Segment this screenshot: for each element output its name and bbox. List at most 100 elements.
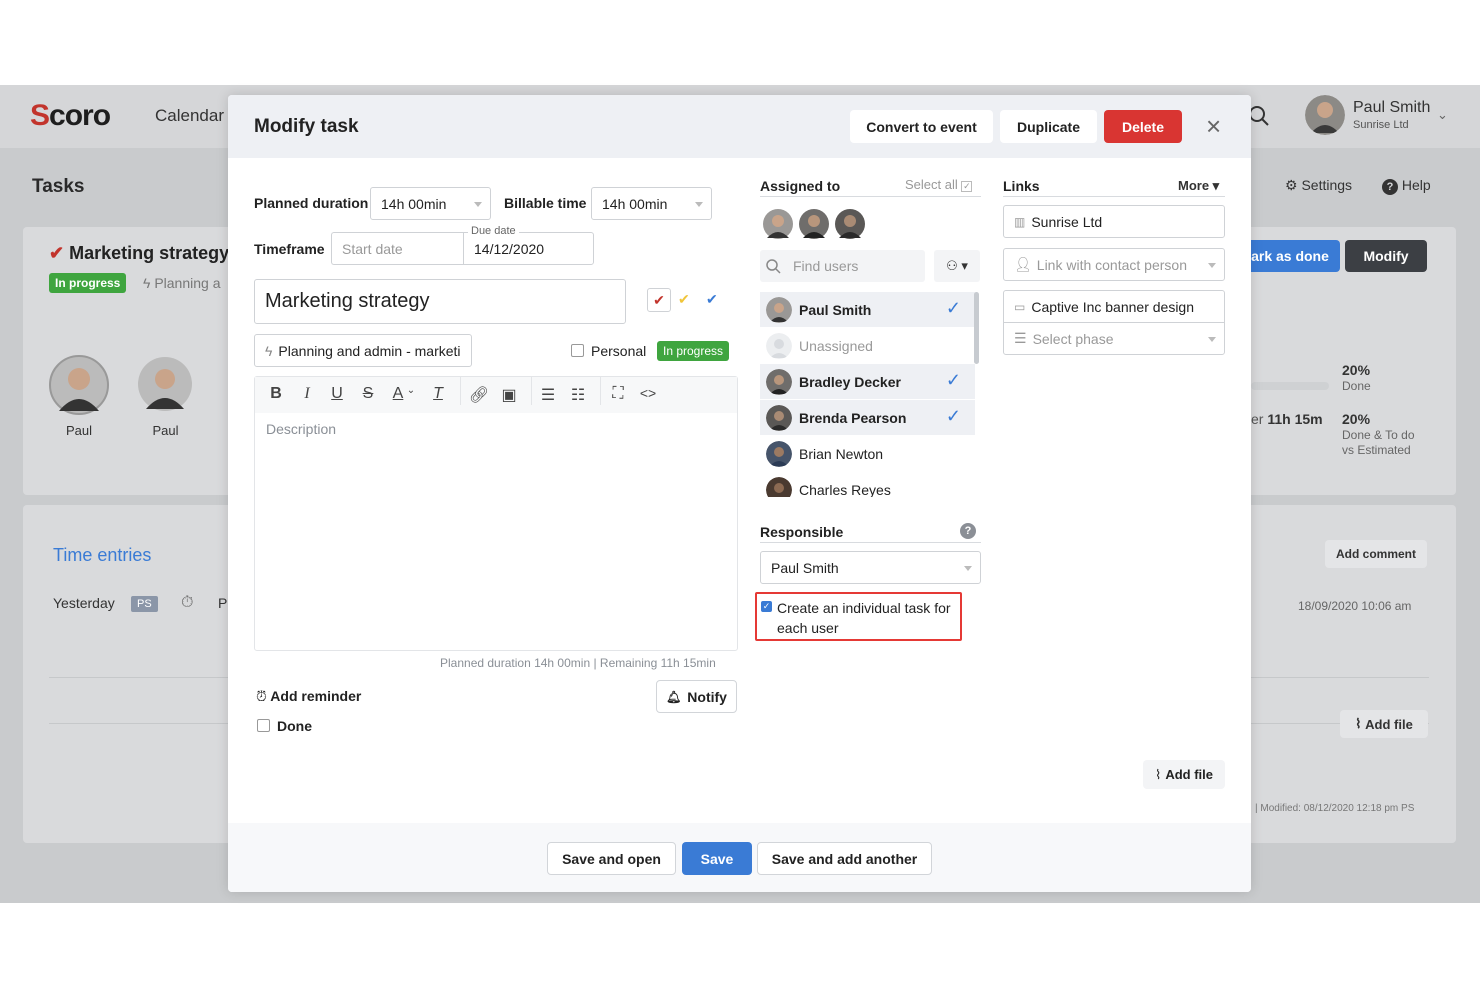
check-icon: ✔ xyxy=(49,243,65,263)
bullet-list-icon[interactable]: ☰ xyxy=(536,385,560,405)
page-title: Tasks xyxy=(32,176,85,197)
description-editor[interactable] xyxy=(254,376,738,651)
dialog-title: Modify task xyxy=(254,116,359,137)
chevron-down-icon[interactable]: ⌄ xyxy=(406,385,416,396)
done-label: Done xyxy=(277,718,312,734)
add-file-button[interactable]: ⌇ Add file xyxy=(1143,760,1225,789)
link-icon[interactable]: 🔗︎ xyxy=(467,385,491,405)
priority-high[interactable]: ✔ xyxy=(647,288,671,312)
user-list: Paul Smith ✓ Unassigned Bradley Decker ✓ B… xyxy=(760,292,981,497)
toolbar-divider xyxy=(600,377,601,405)
help-link[interactable]: ? Help xyxy=(1382,177,1431,195)
planned-duration-select[interactable]: 14h 00min xyxy=(370,187,491,220)
user-option[interactable]: Brian Newton xyxy=(760,436,975,471)
search-icon[interactable] xyxy=(1248,105,1270,127)
code-icon[interactable]: <> xyxy=(636,385,660,401)
notify-button[interactable]: 🔔︎ Notify xyxy=(656,680,737,713)
building-icon: ▥ xyxy=(1014,214,1026,229)
avatar xyxy=(138,357,192,411)
save-and-add-another-button[interactable]: Save and add another xyxy=(757,842,932,875)
save-and-open-button[interactable]: Save and open xyxy=(547,842,676,875)
briefcase-icon: ▭ xyxy=(1014,299,1026,314)
project-link[interactable]: ▭ Captive Inc banner design xyxy=(1003,290,1225,323)
toolbar-divider xyxy=(460,377,461,405)
clear-format-icon[interactable]: T xyxy=(426,385,450,403)
task-name-input[interactable]: Marketing strategy xyxy=(254,279,626,324)
duration-note: Planned duration 14h 00min | Remaining 1… xyxy=(440,656,716,670)
save-button[interactable]: Save xyxy=(682,842,752,875)
settings-link[interactable]: ⚙ Settings xyxy=(1285,177,1352,194)
chevron-down-icon xyxy=(474,201,482,207)
task-title: ✔ Marketing strategy xyxy=(49,243,230,263)
status-badge[interactable]: In progress xyxy=(657,341,730,361)
user-option[interactable]: Bradley Decker ✓ xyxy=(760,364,975,399)
due-date-label: Due date xyxy=(468,225,519,237)
individual-task-checkbox[interactable]: ✓ xyxy=(761,601,772,612)
close-icon[interactable]: × xyxy=(1206,113,1221,139)
fullscreen-icon[interactable]: ⛶ xyxy=(606,385,630,403)
pct-todo-label-2: vs Estimated xyxy=(1342,443,1411,457)
lightning-icon: ϟ xyxy=(265,342,273,359)
company-link[interactable]: ▥ Sunrise Ltd xyxy=(1003,205,1225,238)
scoro-logo[interactable]: Scoro xyxy=(30,99,111,133)
done-checkbox[interactable] xyxy=(257,719,270,732)
underline-icon[interactable]: U xyxy=(325,385,349,403)
add-comment-button[interactable]: Add comment xyxy=(1325,540,1427,568)
strikethrough-icon[interactable]: S xyxy=(356,385,380,403)
convert-to-event-button[interactable]: Convert to event xyxy=(850,110,993,143)
user-list-scrollbar[interactable] xyxy=(974,292,979,364)
person-1: Paul xyxy=(49,355,109,438)
user-option[interactable]: Brenda Pearson ✓ xyxy=(760,400,975,435)
nav-calendar[interactable]: Calendar xyxy=(155,106,224,126)
numbered-list-icon[interactable]: ☷ xyxy=(566,385,590,405)
find-users-placeholder: Find users xyxy=(793,258,859,274)
modify-button[interactable]: Modify xyxy=(1345,240,1427,272)
add-reminder[interactable]: ⏰︎ Add reminder xyxy=(256,688,361,705)
bell-icon: 🔔︎ xyxy=(666,689,682,704)
remaining-text: er 11h 15m xyxy=(1251,411,1323,427)
description-placeholder: Description xyxy=(266,421,337,437)
image-icon[interactable]: ▣ xyxy=(497,385,521,405)
avatar xyxy=(766,296,792,323)
modify-task-dialog: Modify task Convert to event Duplicate D… xyxy=(228,95,1251,892)
divider xyxy=(760,196,981,197)
assigned-avatars xyxy=(763,209,865,239)
progress-bar xyxy=(1251,382,1329,390)
check-icon: ✓ xyxy=(945,406,961,426)
more-dropdown[interactable]: More ▾ xyxy=(1178,178,1219,194)
select-all[interactable]: Select all ✓ xyxy=(905,177,973,192)
mark-as-done-button[interactable]: ark as done xyxy=(1240,240,1340,272)
priority-low[interactable]: ✔ xyxy=(706,291,718,308)
personal-checkbox[interactable] xyxy=(571,344,584,357)
bold-icon[interactable]: B xyxy=(264,385,288,403)
user-option[interactable]: Paul Smith ✓ xyxy=(760,292,975,327)
phase-icon: ☰ xyxy=(1014,330,1027,346)
phase-select[interactable]: ☰ Select phase xyxy=(1003,322,1225,355)
avatar xyxy=(766,476,792,497)
divider xyxy=(760,542,981,543)
priority-medium[interactable]: ✔ xyxy=(678,291,690,308)
check-icon: ✓ xyxy=(945,370,961,390)
duplicate-button[interactable]: Duplicate xyxy=(1000,110,1097,143)
paperclip-icon: ⌇ xyxy=(1355,716,1362,731)
italic-icon[interactable]: I xyxy=(295,385,319,403)
start-date-input[interactable]: Start date xyxy=(331,232,464,265)
chevron-down-icon xyxy=(964,565,972,571)
check-icon: ✓ xyxy=(945,298,961,318)
billable-time-select[interactable]: 14h 00min xyxy=(591,187,712,220)
add-file-button-bg[interactable]: ⌇ Add file xyxy=(1340,710,1428,738)
help-icon[interactable]: ? xyxy=(960,523,976,539)
user-option[interactable]: Unassigned xyxy=(760,328,975,363)
responsible-select[interactable]: Paul Smith xyxy=(760,551,981,584)
billable-time-label: Billable time xyxy=(504,195,587,211)
timer-icon: ⏱ xyxy=(181,594,194,611)
delete-button[interactable]: Delete xyxy=(1104,110,1182,143)
project-select[interactable]: ϟ Planning and admin - marketi xyxy=(254,334,472,367)
user-menu[interactable]: Paul Smith Sunrise Ltd ⌄ xyxy=(1305,95,1465,137)
user-group-filter[interactable]: ⚇ ▾ xyxy=(934,250,980,282)
user-option[interactable]: Charles Reyes xyxy=(760,472,975,497)
search-icon xyxy=(766,259,781,274)
contact-person-select[interactable]: 👤︎ Link with contact person xyxy=(1003,248,1225,281)
user-name: Paul Smith xyxy=(1353,99,1431,116)
avatar xyxy=(763,209,793,239)
